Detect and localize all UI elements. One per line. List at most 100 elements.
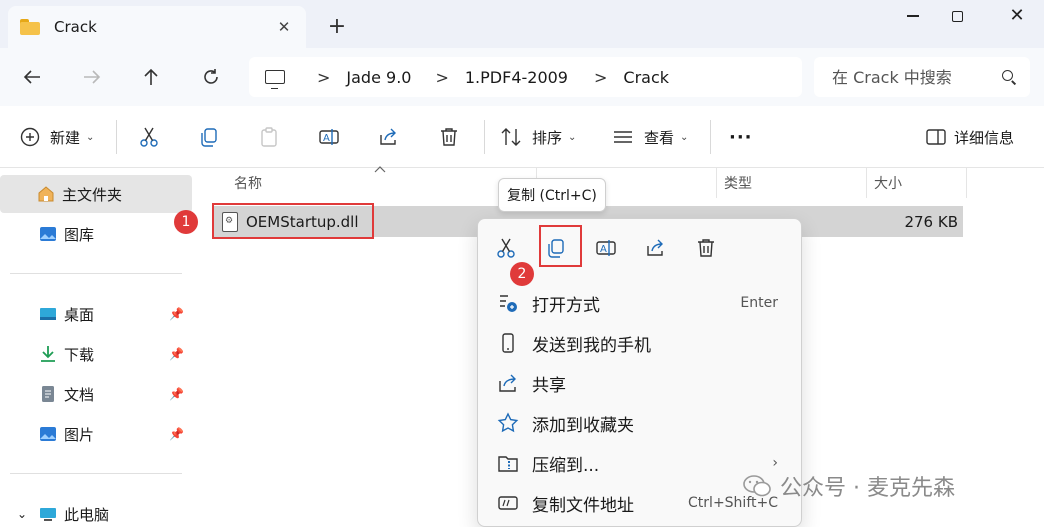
close-window-button[interactable]: ✕ (992, 0, 1042, 32)
pin-icon[interactable]: 📌 (169, 347, 184, 361)
menu-item-send-to-phone[interactable]: 发送到我的手机 (478, 323, 800, 363)
context-rename-button[interactable]: A (591, 229, 621, 267)
sidebar-item-label: 文档 (64, 385, 95, 404)
new-button[interactable]: 新建 ⌄ (20, 122, 94, 152)
pin-icon[interactable]: 📌 (169, 307, 184, 321)
trash-icon (698, 239, 714, 257)
view-button[interactable]: 查看 ⌄ (612, 122, 688, 152)
tab-crack[interactable]: Crack ✕ (8, 6, 306, 48)
breadcrumb-pdf4[interactable]: 1.PDF4-2009 (465, 68, 568, 87)
column-header-size[interactable]: 大小 (866, 168, 966, 198)
share-icon (499, 374, 516, 392)
minimize-button[interactable] (888, 0, 938, 32)
breadcrumb-separator: > (317, 67, 331, 87)
cut-button[interactable] (138, 122, 160, 152)
pin-icon[interactable]: 📌 (169, 387, 184, 401)
folder-icon (20, 19, 40, 35)
more-options-button[interactable]: ··· (729, 122, 753, 152)
trash-icon (441, 128, 457, 146)
toolbar-divider (710, 120, 711, 154)
desktop-icon (40, 308, 56, 320)
sidebar-item-downloads[interactable]: 下载 📌 (0, 335, 192, 373)
toolbar-divider (484, 120, 485, 154)
copy-tooltip: 复制 (Ctrl+C) (498, 178, 606, 212)
menu-item-shortcut: Enter (740, 295, 778, 311)
home-icon (38, 186, 54, 202)
close-tab-button[interactable]: ✕ (274, 18, 294, 36)
star-icon (497, 412, 519, 433)
search-box[interactable] (814, 57, 1030, 97)
sidebar-item-label: 下载 (64, 345, 95, 364)
sort-button[interactable]: 排序 ⌄ (500, 122, 576, 152)
clipboard-icon (261, 127, 277, 147)
sidebar-item-label: 此电脑 (64, 505, 110, 524)
sort-icon (501, 128, 521, 146)
rename-button[interactable]: A (318, 122, 340, 152)
chevron-down-icon: ⌄ (680, 131, 689, 143)
plus-circle-icon (20, 127, 40, 147)
title-bar: Crack ✕ + ✕ (0, 0, 1044, 48)
sidebar-item-documents[interactable]: 文档 📌 (0, 375, 192, 413)
menu-item-open-with[interactable]: 打开方式 Enter (478, 283, 800, 323)
paste-button[interactable] (258, 122, 280, 152)
menu-item-label: 压缩到... (532, 455, 600, 476)
up-button[interactable] (135, 62, 167, 92)
computer-icon (265, 70, 285, 89)
step-badge-1: 1 (174, 210, 198, 234)
sidebar-item-label: 主文件夹 (62, 185, 123, 204)
context-delete-button[interactable] (691, 229, 721, 267)
sort-ascending-icon (374, 166, 386, 173)
pin-icon[interactable]: 📌 (169, 427, 184, 441)
column-header-label: 名称 (234, 176, 262, 192)
menu-item-label: 复制文件地址 (532, 495, 634, 516)
svg-text:A: A (600, 244, 607, 255)
column-divider[interactable] (966, 168, 967, 198)
sidebar-item-label: 图片 (64, 425, 95, 444)
view-list-icon (614, 131, 632, 143)
command-bar: 新建 ⌄ A 排序 ⌄ 查看 ⌄ ··· 详细信息 (0, 106, 1044, 168)
phone-icon (502, 333, 514, 353)
share-icon (380, 128, 396, 145)
computer-icon (40, 508, 56, 521)
column-header-label: 大小 (874, 176, 902, 192)
refresh-button[interactable] (195, 62, 227, 92)
chevron-down-icon: ⌄ (86, 131, 95, 143)
menu-item-label: 添加到收藏夹 (532, 415, 634, 436)
forward-button[interactable] (76, 62, 108, 92)
sidebar-item-gallery[interactable]: 图库 (0, 215, 192, 253)
breadcrumb-crack[interactable]: Crack (623, 68, 669, 87)
copy-button[interactable] (198, 122, 220, 152)
column-header-type[interactable]: 类型 (716, 168, 866, 198)
copy-path-icon (498, 496, 518, 510)
watermark-text: 公众号 · 麦克先森 (780, 476, 955, 501)
breadcrumb-jade[interactable]: Jade 9.0 (346, 68, 411, 87)
search-input[interactable] (832, 67, 1002, 87)
column-header-label: 类型 (724, 176, 752, 192)
details-button[interactable]: 详细信息 (926, 122, 1014, 152)
maximize-button[interactable] (932, 0, 982, 32)
sidebar-item-pictures[interactable]: 图片 📌 (0, 415, 192, 453)
close-icon: ✕ (1009, 5, 1025, 26)
context-cut-button[interactable] (491, 229, 521, 267)
arrow-right-icon (84, 70, 101, 84)
menu-item-add-favorite[interactable]: 添加到收藏夹 (478, 403, 800, 443)
share-button[interactable] (378, 122, 400, 152)
back-button[interactable] (16, 62, 48, 92)
chevron-down-icon[interactable]: ⌄ (14, 507, 30, 521)
pictures-icon (40, 427, 56, 441)
sidebar-divider (10, 473, 182, 474)
sidebar-item-this-pc[interactable]: ⌄ 此电脑 (0, 495, 192, 527)
search-icon (1002, 70, 1016, 84)
sidebar-item-home[interactable]: 主文件夹 (0, 175, 192, 213)
menu-item-share[interactable]: 共享 (478, 363, 800, 403)
address-bar[interactable]: > Jade 9.0 > 1.PDF4-2009 > Crack (249, 57, 802, 97)
refresh-icon (204, 69, 218, 84)
open-with-icon (500, 295, 517, 312)
context-share-button[interactable] (641, 229, 671, 267)
delete-button[interactable] (438, 122, 460, 152)
new-label: 新建 (50, 128, 81, 147)
sidebar-item-desktop[interactable]: 桌面 📌 (0, 295, 192, 333)
new-tab-button[interactable]: + (322, 12, 352, 42)
sidebar-item-label: 桌面 (64, 305, 95, 324)
scissors-icon (140, 127, 158, 147)
